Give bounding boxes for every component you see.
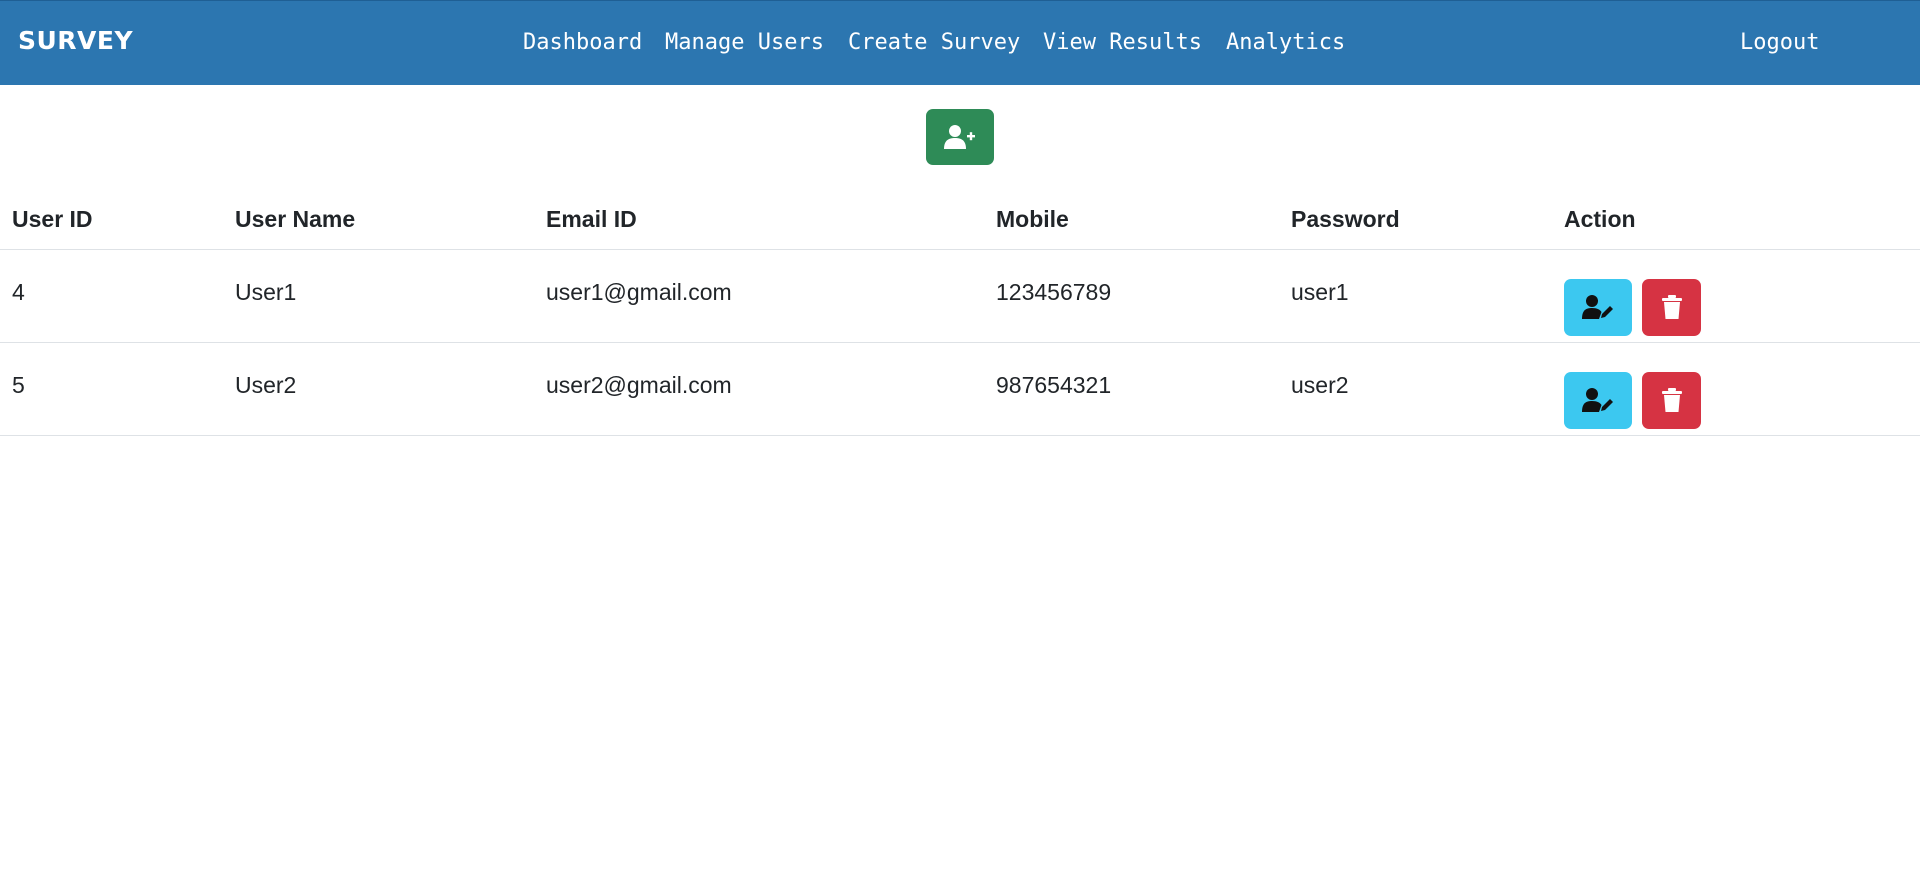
cell-actions [1552, 249, 1920, 343]
header-password: Password [1279, 190, 1552, 250]
header-user-name: User Name [223, 190, 534, 250]
header-action: Action [1552, 190, 1920, 250]
cell-user-id: 4 [0, 249, 223, 343]
delete-user-button[interactable] [1642, 371, 1701, 429]
header-mobile: Mobile [984, 190, 1279, 250]
logout-link[interactable]: Logout [1740, 30, 1819, 55]
user-plus-icon [944, 125, 975, 149]
table-row: 5 User2 user2@gmail.com 987654321 user2 [0, 342, 1920, 436]
cell-user-name: User1 [223, 249, 534, 343]
header-user-id: User ID [0, 190, 223, 250]
cell-mobile: 987654321 [984, 342, 1279, 436]
add-user-button[interactable] [926, 109, 994, 165]
cell-password: user2 [1279, 342, 1552, 436]
nav-link-analytics[interactable]: Analytics [1226, 30, 1345, 55]
trash-icon [1661, 295, 1682, 319]
user-edit-icon [1582, 388, 1613, 412]
header-email-id: Email ID [534, 190, 984, 250]
nav-links: Dashboard Manage Users Create Survey Vie… [0, 1, 1920, 86]
nav-link-create-survey[interactable]: Create Survey [848, 30, 1020, 55]
navbar: SURVEY Dashboard Manage Users Create Sur… [0, 0, 1920, 85]
cell-actions [1552, 342, 1920, 436]
trash-icon [1661, 388, 1682, 412]
cell-user-name: User2 [223, 342, 534, 436]
delete-user-button[interactable] [1642, 278, 1701, 336]
cell-mobile: 123456789 [984, 249, 1279, 343]
cell-email: user2@gmail.com [534, 342, 984, 436]
cell-email: user1@gmail.com [534, 249, 984, 343]
users-table: User ID User Name Email ID Mobile Passwo… [0, 190, 1920, 436]
edit-user-button[interactable] [1564, 278, 1632, 336]
nav-link-dashboard[interactable]: Dashboard [523, 30, 642, 55]
nav-link-view-results[interactable]: View Results [1043, 30, 1202, 55]
edit-user-button[interactable] [1564, 371, 1632, 429]
table-header-row: User ID User Name Email ID Mobile Passwo… [0, 190, 1920, 250]
cell-user-id: 5 [0, 342, 223, 436]
user-edit-icon [1582, 295, 1613, 319]
nav-link-manage-users[interactable]: Manage Users [665, 30, 824, 55]
table-row: 4 User1 user1@gmail.com 123456789 user1 [0, 249, 1920, 343]
cell-password: user1 [1279, 249, 1552, 343]
